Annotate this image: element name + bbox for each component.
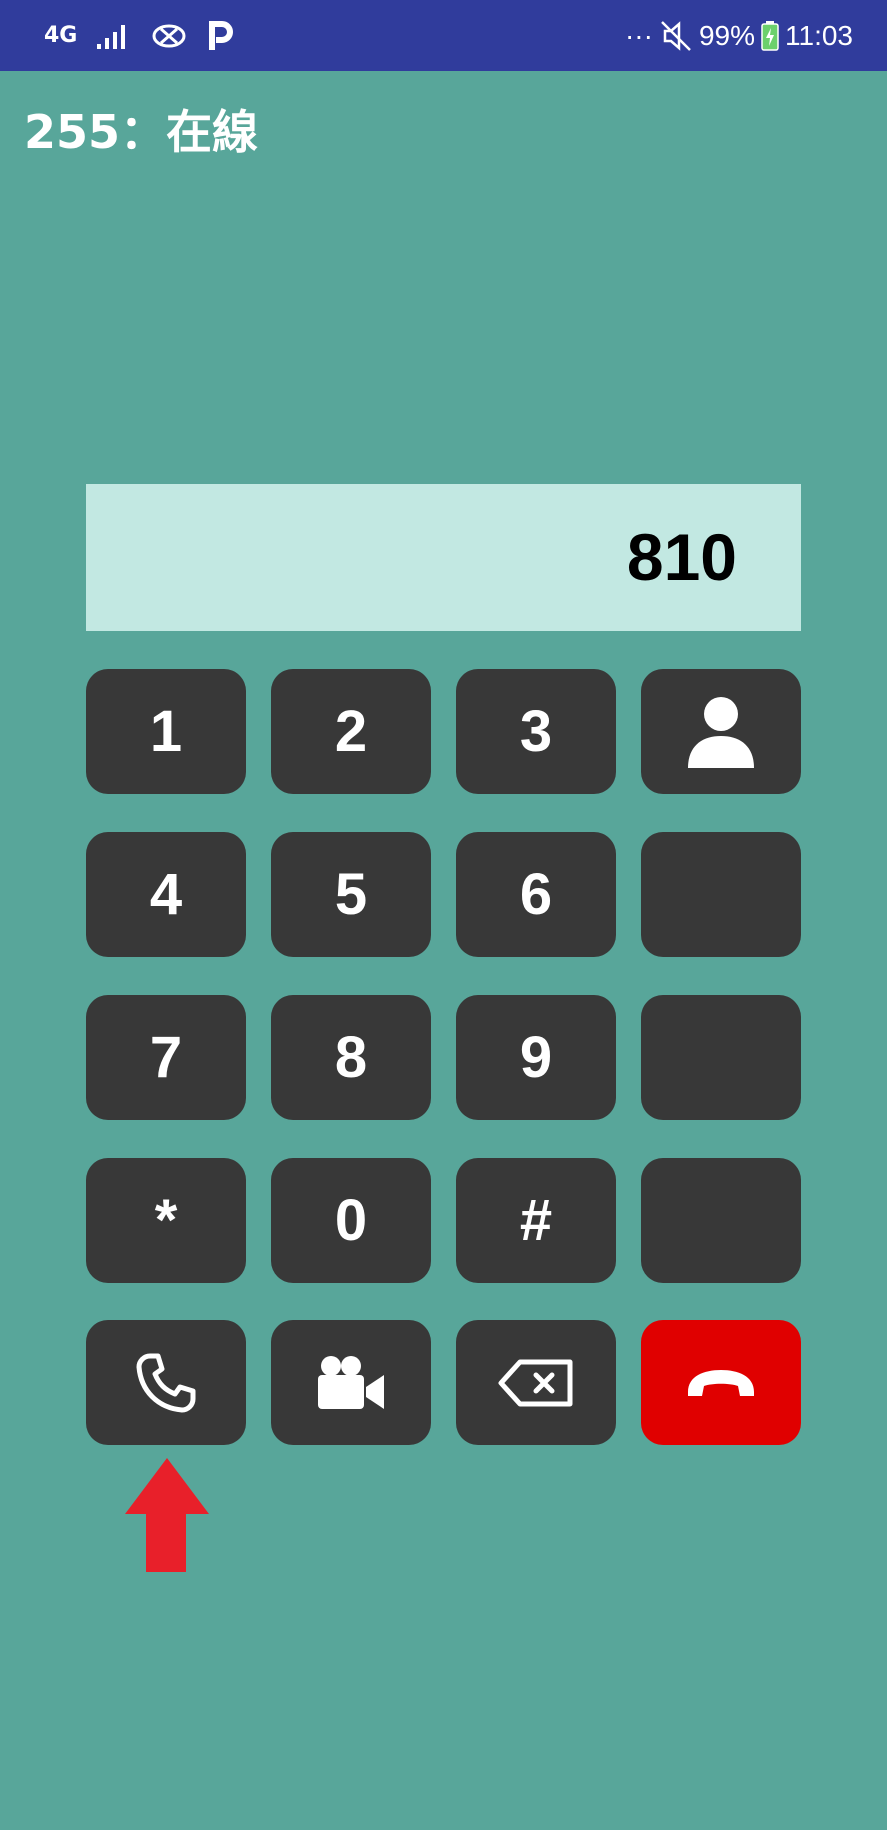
key-9[interactable]: 9 [456,995,616,1120]
video-call-button[interactable] [271,1320,431,1445]
battery-percent: 99% [698,20,755,51]
key-hash[interactable]: # [456,1158,616,1283]
status-bar-right: ··· 99% 11:03 [625,14,853,58]
key-4[interactable]: 4 [86,832,246,957]
signal-icon [97,25,125,49]
hangup-button[interactable] [641,1320,801,1445]
blank-key-3[interactable] [641,1158,801,1283]
key-5[interactable]: 5 [271,832,431,957]
blank-key-2[interactable] [641,995,801,1120]
key-6[interactable]: 6 [456,832,616,957]
battery-icon [761,21,779,51]
status-bar-left: 4G [44,14,234,58]
video-camera-icon [318,1355,384,1409]
dialed-number: 810 [626,520,737,594]
key-2[interactable]: 2 [271,669,431,794]
network-type: 4G [44,23,78,48]
key-3[interactable]: 3 [456,669,616,794]
mute-icon [661,21,691,51]
blank-key-1[interactable] [641,832,801,957]
annotation-arrow [125,1458,209,1572]
key-7[interactable]: 7 [86,995,246,1120]
call-button[interactable] [86,1320,246,1445]
contacts-button[interactable] [641,669,801,794]
key-1[interactable]: 1 [86,669,246,794]
phone-icon [136,1353,196,1412]
key-star[interactable]: * [86,1158,246,1283]
contacts-icon [688,696,754,768]
backspace-icon [498,1359,573,1406]
hangup-icon [688,1369,754,1396]
key-0[interactable]: 0 [271,1158,431,1283]
status-bar: 4G ··· 99% 11:03 [0,0,887,71]
backspace-button[interactable] [456,1320,616,1445]
page-title: 255：在線 [24,105,259,159]
network-type-label: 4G [44,23,78,48]
key-8[interactable]: 8 [271,995,431,1120]
clock: 11:03 [785,20,853,51]
p-icon [209,21,233,50]
dial-display: 810 [86,484,801,631]
link-icon [152,24,186,48]
more-indicator: ··· [624,20,653,51]
